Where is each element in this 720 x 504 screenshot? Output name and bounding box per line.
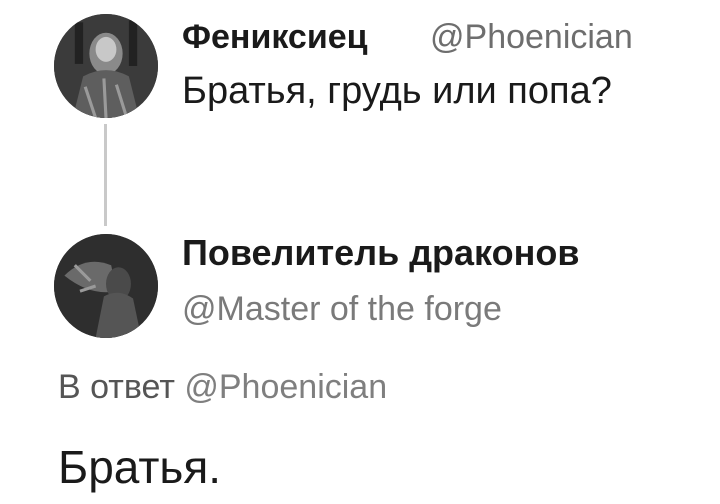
thread-connector-line — [104, 124, 107, 226]
reply-to-handle-link[interactable]: @Phoenician — [184, 368, 387, 406]
avatar-portrait-icon — [54, 234, 158, 338]
reply-text: Братья. — [58, 441, 222, 493]
reply-author-name[interactable]: Повелитель драконов — [182, 232, 579, 274]
tweet-avatar[interactable] — [54, 14, 158, 118]
reply-author-handle[interactable]: @Master of the forge — [182, 290, 502, 329]
tweet-author-name[interactable]: Фениксиец — [182, 18, 368, 57]
reply-avatar[interactable] — [54, 234, 158, 338]
reply-prefix: В ответ — [58, 368, 175, 406]
tweet-author-handle[interactable]: @Phoenician — [430, 18, 633, 57]
avatar-portrait-icon — [54, 14, 158, 118]
reply-to-line: В ответ @Phoenician — [58, 368, 387, 407]
tweet-text: Братья, грудь или попа? — [182, 70, 612, 112]
